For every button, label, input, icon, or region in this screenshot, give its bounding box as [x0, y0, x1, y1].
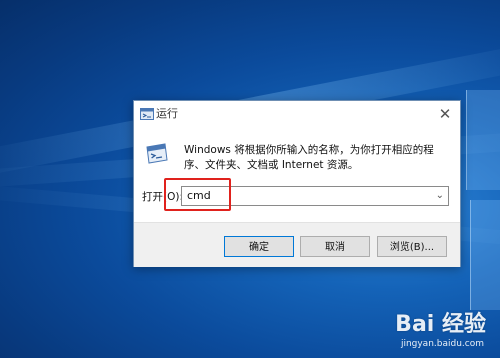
run-large-icon	[146, 143, 168, 164]
close-button[interactable]: ✕	[430, 101, 460, 127]
watermark-brand: Bai 经验	[395, 312, 486, 337]
dialog-description: Windows 将根据你所输入的名称，为你打开相应的程序、文件夹、文档或 Int…	[184, 144, 434, 171]
dialog-button-bar: 确定 取消 浏览(B)...	[134, 222, 460, 267]
cancel-button[interactable]: 取消	[300, 236, 370, 257]
chevron-down-icon[interactable]: ⌄	[436, 188, 444, 204]
ok-button[interactable]: 确定	[224, 236, 294, 257]
watermark-url: jingyan.baidu.com	[400, 339, 484, 349]
browse-button[interactable]: 浏览(B)...	[377, 236, 447, 257]
close-icon: ✕	[438, 104, 452, 123]
dialog-title: 运行	[156, 107, 178, 120]
baidu-watermark: Bai 经验 jingyan.baidu.com	[356, 312, 486, 352]
wallpaper-window-pane	[466, 90, 500, 190]
dialog-titlebar[interactable]: 运行 ✕	[134, 101, 460, 129]
open-input-value: cmd	[187, 189, 211, 202]
open-label: 打开(O):	[142, 191, 183, 203]
run-dialog: 运行 ✕ Windows 将根据你所输入的名称，为你打开相应的程序、文件夹、文档…	[133, 100, 461, 267]
run-icon	[140, 108, 154, 120]
wallpaper-window-pane	[470, 200, 500, 310]
open-row: 打开(O): cmd ⌄	[134, 178, 460, 211]
open-input[interactable]: cmd ⌄	[181, 186, 449, 206]
dialog-content: Windows 将根据你所输入的名称，为你打开相应的程序、文件夹、文档或 Int…	[134, 129, 460, 222]
